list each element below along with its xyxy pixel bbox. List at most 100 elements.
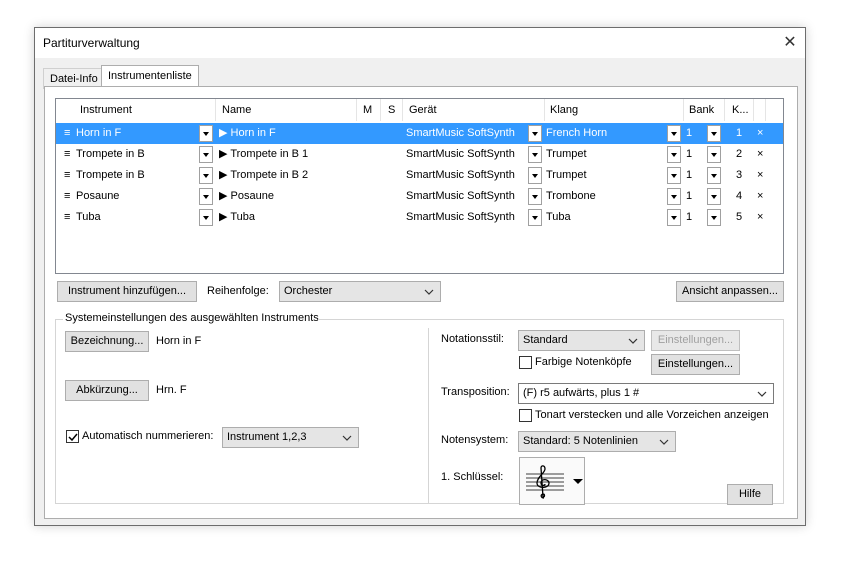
- channel-cell: 3: [736, 169, 743, 181]
- column-divider[interactable]: [544, 99, 545, 121]
- drag-handle-icon[interactable]: ≡: [64, 186, 70, 207]
- sound-dropdown-button[interactable]: [667, 167, 681, 184]
- tab-instrument-list[interactable]: Instrumentenliste: [101, 65, 199, 88]
- designation-value: Horn in F: [156, 335, 202, 347]
- column-divider[interactable]: [724, 99, 725, 121]
- delete-row-icon[interactable]: ×: [757, 165, 763, 186]
- abbreviation-button[interactable]: Abkürzung...: [65, 380, 149, 401]
- group-border: [55, 319, 56, 503]
- auto-number-label: Automatisch nummerieren:: [82, 430, 214, 442]
- table-row[interactable]: ≡ Horn in F ▶ Horn in F SmartMusic SoftSynt…: [56, 123, 783, 144]
- name-cell[interactable]: ▶ Trompete in B 2: [219, 165, 308, 186]
- device-cell: SmartMusic SoftSynth: [406, 169, 515, 181]
- column-divider[interactable]: [380, 99, 381, 121]
- column-header-mute[interactable]: M: [363, 99, 372, 121]
- table-row[interactable]: ≡ Trompete in B ▶ Trompete in B 2 SmartMusi…: [56, 165, 783, 186]
- bank-dropdown-button[interactable]: [707, 209, 721, 226]
- close-icon[interactable]: ✕: [778, 31, 802, 55]
- sound-dropdown-button[interactable]: [667, 209, 681, 226]
- column-header-channel[interactable]: K...: [732, 99, 749, 121]
- device-dropdown-button[interactable]: [528, 167, 542, 184]
- colored-noteheads-label: Farbige Notenköpfe: [535, 356, 632, 368]
- column-divider[interactable]: [765, 99, 766, 121]
- instrument-cell: Posaune: [76, 190, 120, 202]
- instrument-cell: Horn in F: [76, 127, 122, 139]
- sound-dropdown-button[interactable]: [667, 146, 681, 163]
- delete-row-icon[interactable]: ×: [757, 207, 763, 228]
- order-dropdown[interactable]: Orchester: [279, 281, 441, 302]
- table-row[interactable]: ≡ Tuba ▶ Tuba SmartMusic SoftSynth Tuba 1 5 ×: [56, 207, 783, 228]
- name-cell[interactable]: ▶ Tuba: [219, 207, 255, 228]
- drag-handle-icon[interactable]: ≡: [64, 123, 70, 144]
- device-cell: SmartMusic SoftSynth: [406, 190, 515, 202]
- column-divider[interactable]: [683, 99, 684, 121]
- staff-system-dropdown[interactable]: Standard: 5 Notenlinien: [518, 431, 676, 452]
- auto-number-checkbox[interactable]: [66, 430, 79, 443]
- instrument-dropdown-button[interactable]: [199, 188, 213, 205]
- name-cell[interactable]: ▶ Trompete in B 1: [219, 144, 308, 165]
- drag-handle-icon[interactable]: ≡: [64, 207, 70, 228]
- instrument-dropdown-button[interactable]: [199, 167, 213, 184]
- hide-key-checkbox[interactable]: [519, 409, 532, 422]
- column-divider[interactable]: [753, 99, 754, 121]
- help-button[interactable]: Hilfe: [727, 484, 773, 505]
- order-value: Orchester: [284, 285, 333, 297]
- column-header-solo[interactable]: S: [388, 99, 395, 121]
- name-cell[interactable]: ▶ Posaune: [219, 186, 274, 207]
- abbreviation-value: Hrn. F: [156, 384, 187, 396]
- instrument-table[interactable]: Instrument Name M S Gerät Klang Bank K..…: [55, 98, 784, 274]
- device-cell: SmartMusic SoftSynth: [406, 127, 515, 139]
- sound-dropdown-button[interactable]: [667, 188, 681, 205]
- vertical-divider: [428, 328, 429, 503]
- column-divider[interactable]: [402, 99, 403, 121]
- instrument-dropdown-button[interactable]: [199, 146, 213, 163]
- designation-button[interactable]: Bezeichnung...: [65, 331, 149, 352]
- bank-dropdown-button[interactable]: [707, 125, 721, 142]
- auto-number-value: Instrument 1,2,3: [227, 431, 307, 443]
- device-dropdown-button[interactable]: [528, 188, 542, 205]
- column-header-instrument[interactable]: Instrument: [80, 99, 132, 121]
- instrument-dropdown-button[interactable]: [199, 209, 213, 226]
- add-instrument-button[interactable]: Instrument hinzufügen...: [57, 281, 197, 302]
- group-border: [783, 319, 784, 503]
- bank-dropdown-button[interactable]: [707, 146, 721, 163]
- table-row[interactable]: ≡ Trompete in B ▶ Trompete in B 1 SmartMusi…: [56, 144, 783, 165]
- device-dropdown-button[interactable]: [528, 209, 542, 226]
- noteheads-settings-button[interactable]: Einstellungen...: [651, 354, 740, 375]
- clef-picker-button[interactable]: [519, 457, 585, 505]
- device-dropdown-button[interactable]: [528, 146, 542, 163]
- bank-dropdown-button[interactable]: [707, 188, 721, 205]
- channel-cell: 4: [736, 190, 743, 202]
- name-cell[interactable]: ▶ Horn in F: [219, 123, 276, 144]
- instrument-cell: Trompete in B: [76, 148, 145, 160]
- column-header-name[interactable]: Name: [222, 99, 251, 121]
- delete-row-icon[interactable]: ×: [757, 144, 763, 165]
- auto-number-dropdown[interactable]: Instrument 1,2,3: [222, 427, 359, 448]
- instrument-cell: Trompete in B: [76, 169, 145, 181]
- title-bar: Partiturverwaltung ✕: [35, 28, 805, 58]
- drag-handle-icon[interactable]: ≡: [64, 144, 70, 165]
- chevron-down-icon: [757, 391, 767, 397]
- notation-style-dropdown[interactable]: Standard: [518, 330, 645, 351]
- checkmark-icon: [68, 433, 78, 442]
- sound-dropdown-button[interactable]: [667, 125, 681, 142]
- bank-dropdown-button[interactable]: [707, 167, 721, 184]
- drag-handle-icon[interactable]: ≡: [64, 165, 70, 186]
- table-row[interactable]: ≡ Posaune ▶ Posaune SmartMusic SoftSynth Tro…: [56, 186, 783, 207]
- column-header-bank[interactable]: Bank: [689, 99, 714, 121]
- device-dropdown-button[interactable]: [528, 125, 542, 142]
- dialog-window: Partiturverwaltung ✕ Datei-Info Instrume…: [34, 27, 806, 526]
- colored-noteheads-checkbox[interactable]: [519, 356, 532, 369]
- sound-cell: Trumpet: [546, 169, 587, 181]
- bank-cell: 1: [686, 148, 693, 160]
- transposition-dropdown[interactable]: (F) r5 aufwärts, plus 1 #: [518, 383, 774, 404]
- customize-view-button[interactable]: Ansicht anpassen...: [676, 281, 784, 302]
- column-divider[interactable]: [356, 99, 357, 121]
- instrument-dropdown-button[interactable]: [199, 125, 213, 142]
- column-divider[interactable]: [215, 99, 216, 121]
- delete-row-icon[interactable]: ×: [757, 123, 763, 144]
- chevron-down-icon: [659, 439, 669, 445]
- column-header-sound[interactable]: Klang: [550, 99, 578, 121]
- column-header-device[interactable]: Gerät: [409, 99, 437, 121]
- delete-row-icon[interactable]: ×: [757, 186, 763, 207]
